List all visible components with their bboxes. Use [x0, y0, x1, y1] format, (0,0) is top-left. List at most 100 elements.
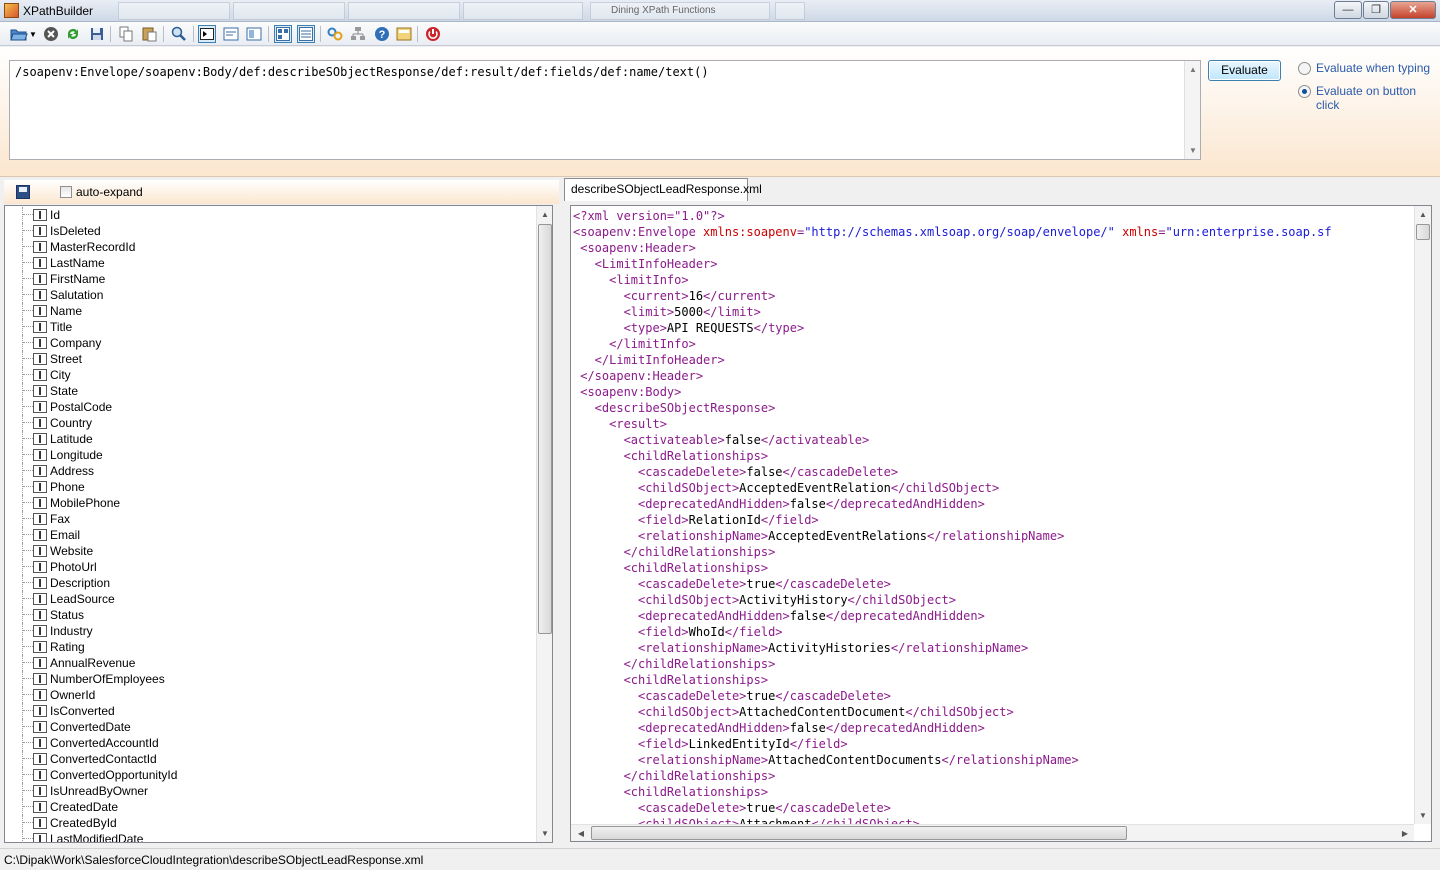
copy-icon[interactable]	[117, 25, 135, 43]
power-icon[interactable]	[424, 25, 442, 43]
tree-item[interactable]: Address	[5, 463, 537, 479]
tree-item[interactable]: AnnualRevenue	[5, 655, 537, 671]
save-icon[interactable]	[88, 25, 106, 43]
refresh-icon[interactable]	[64, 25, 82, 43]
layout-icon-2[interactable]	[297, 25, 315, 43]
evaluate-when-typing-label[interactable]: Evaluate when typing	[1316, 61, 1430, 75]
xml-token: </relationshipName>	[890, 641, 1029, 655]
scroll-up-icon[interactable]: ▲	[1189, 65, 1197, 74]
about-icon[interactable]	[395, 25, 413, 43]
tree-item[interactable]: ConvertedContactId	[5, 751, 537, 767]
tree-item[interactable]: Industry	[5, 623, 537, 639]
xml-horizontal-scrollbar[interactable]: ◀ ▶	[571, 824, 1414, 841]
auto-expand-checkbox[interactable]	[60, 186, 72, 198]
tree-item[interactable]: OwnerId	[5, 687, 537, 703]
result-tree[interactable]: Id IsDeleted MasterRecordId LastName FirstNa…	[4, 205, 553, 843]
xpath-expression[interactable]: /soapenv:Envelope/soapenv:Body/def:descr…	[15, 65, 709, 79]
scroll-down-icon[interactable]: ▼	[1415, 807, 1431, 824]
tree-item[interactable]: IsConverted	[5, 703, 537, 719]
scroll-up-icon[interactable]: ▲	[1415, 206, 1431, 223]
scroll-right-icon[interactable]: ▶	[1397, 825, 1413, 841]
tree-item[interactable]: IsUnreadByOwner	[5, 783, 537, 799]
auto-expand-label[interactable]: auto-expand	[76, 185, 143, 199]
tree-item[interactable]: Name	[5, 303, 537, 319]
scroll-down-icon[interactable]: ▼	[537, 825, 552, 842]
tree-item[interactable]: Rating	[5, 639, 537, 655]
tree-item[interactable]: NumberOfEmployees	[5, 671, 537, 687]
scroll-left-icon[interactable]: ◀	[573, 825, 589, 841]
tree-item[interactable]: Description	[5, 575, 537, 591]
evaluate-on-button-click-radio[interactable]	[1298, 85, 1311, 98]
tree-item[interactable]: Phone	[5, 479, 537, 495]
tree-item[interactable]: Latitude	[5, 431, 537, 447]
close-icon[interactable]	[42, 25, 60, 43]
tree-item[interactable]: CreatedById	[5, 815, 537, 831]
tree-item[interactable]: Longitude	[5, 447, 537, 463]
xml-vertical-scrollbar[interactable]: ▲ ▼	[1414, 206, 1431, 824]
text-node-icon	[33, 657, 47, 669]
tree-item[interactable]: Email	[5, 527, 537, 543]
tree-item[interactable]: Company	[5, 335, 537, 351]
tree-item[interactable]: LeadSource	[5, 591, 537, 607]
panel-splitter[interactable]	[559, 180, 564, 845]
scroll-up-icon[interactable]: ▲	[537, 206, 552, 223]
tree-line	[22, 319, 23, 335]
close-button[interactable]: ✕	[1390, 1, 1436, 19]
tree-line	[23, 406, 33, 407]
tree-item[interactable]: ConvertedOpportunityId	[5, 767, 537, 783]
minimize-button[interactable]: —	[1334, 1, 1362, 19]
evaluate-when-typing-radio[interactable]	[1298, 62, 1311, 75]
text-node-icon	[33, 609, 47, 621]
tree-item[interactable]: Status	[5, 607, 537, 623]
save-icon[interactable]	[16, 185, 30, 199]
evaluate-button[interactable]: Evaluate	[1208, 60, 1281, 81]
layout-icon-1[interactable]	[274, 25, 292, 43]
chevron-down-icon[interactable]: ▼	[28, 25, 38, 43]
view-icon-1[interactable]	[222, 25, 240, 43]
tree-item[interactable]: CreatedDate	[5, 799, 537, 815]
tree-item[interactable]: Id	[5, 207, 537, 223]
tree-item[interactable]: Fax	[5, 511, 537, 527]
paste-icon[interactable]	[140, 25, 158, 43]
tree-item[interactable]: FirstName	[5, 271, 537, 287]
tree-item-label: Longitude	[50, 448, 103, 462]
view-icon-2[interactable]	[245, 25, 263, 43]
tree-item[interactable]: ConvertedDate	[5, 719, 537, 735]
maximize-button[interactable]: ❐	[1363, 1, 1389, 19]
tree-item[interactable]: Salutation	[5, 287, 537, 303]
search-icon[interactable]	[170, 25, 188, 43]
tree-item[interactable]: LastModifiedDate	[5, 831, 537, 842]
scroll-down-icon[interactable]: ▼	[1189, 146, 1197, 155]
link-icon[interactable]	[326, 25, 344, 43]
tree-scrollbar[interactable]: ▲ ▼	[536, 206, 552, 842]
tree-item[interactable]: PhotoUrl	[5, 559, 537, 575]
tree-item[interactable]: MobilePhone	[5, 495, 537, 511]
tree-item[interactable]: State	[5, 383, 537, 399]
run-xpath-icon[interactable]	[198, 25, 216, 43]
tree-item[interactable]: Country	[5, 415, 537, 431]
tree-item[interactable]: MasterRecordId	[5, 239, 537, 255]
tree-item[interactable]: ConvertedAccountId	[5, 735, 537, 751]
open-folder-icon[interactable]	[10, 25, 28, 43]
tree-item[interactable]: Title	[5, 319, 537, 335]
tree-line	[23, 598, 33, 599]
help-icon[interactable]: ?	[373, 25, 391, 43]
evaluate-on-button-click-label[interactable]: Evaluate on button click	[1316, 84, 1440, 112]
tab-document[interactable]: describeSObjectLeadResponse.xml	[564, 178, 762, 201]
scroll-thumb[interactable]	[591, 826, 1127, 840]
text-node-icon	[33, 497, 47, 509]
tree-item[interactable]: PostalCode	[5, 399, 537, 415]
tree-item[interactable]: Street	[5, 351, 537, 367]
tree-item[interactable]: Website	[5, 543, 537, 559]
network-icon[interactable]	[349, 25, 367, 43]
scroll-thumb[interactable]	[1416, 224, 1430, 240]
tree-item[interactable]: City	[5, 367, 537, 383]
xml-token: <result>	[573, 417, 667, 431]
xpath-scrollbar[interactable]: ▲ ▼	[1184, 61, 1200, 159]
scroll-thumb[interactable]	[538, 224, 552, 634]
xpath-input[interactable]: /soapenv:Envelope/soapenv:Body/def:descr…	[9, 60, 1201, 160]
tree-item[interactable]: LastName	[5, 255, 537, 271]
xml-viewer[interactable]: <?xml version="1.0"?> <soapenv:Envelope x…	[570, 205, 1432, 842]
tree-item[interactable]: IsDeleted	[5, 223, 537, 239]
tree-line	[23, 294, 33, 295]
